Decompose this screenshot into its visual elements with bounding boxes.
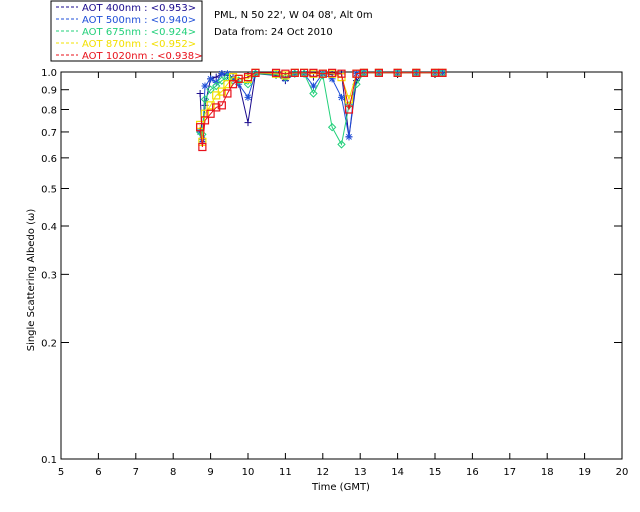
data-point [201,82,209,90]
data-point [207,75,215,83]
x-tick-label: 20 [616,467,629,478]
x-tick-label: 7 [133,467,139,478]
x-tick-label: 19 [578,467,591,478]
x-tick-label: 5 [58,467,64,478]
x-tick-label: 16 [466,467,479,478]
x-tick-label: 6 [95,467,101,478]
x-tick-label: 12 [316,467,329,478]
x-tick-label: 15 [429,467,442,478]
y-tick-label: 0.8 [41,106,57,117]
albedo-chart: AOT 400nm : <0.953>AOT 500nm : <0.940>AO… [0,0,640,512]
y-tick-label: 0.5 [41,184,57,195]
data-point [338,93,345,101]
legend-label: AOT 675nm : <0.924> [82,27,196,38]
x-tick-label: 9 [207,467,213,478]
x-tick-label: 17 [503,467,516,478]
x-tick-label: 14 [391,467,404,478]
data-point [345,133,353,141]
legend-label: AOT 500nm : <0.940> [82,15,196,26]
legend: AOT 400nm : <0.953>AOT 500nm : <0.940>AO… [50,0,203,62]
y-axis-label: Single Scattering Albedo (ω) [26,209,37,352]
title-line-date: Data from: 24 Oct 2010 [214,27,333,38]
y-tick-label: 1.0 [41,68,57,79]
y-tick-label: 0.2 [41,339,57,350]
y-tick-label: 0.1 [41,455,57,466]
y-tick-label: 0.7 [41,128,57,139]
x-axis-label: Time (GMT) [311,482,370,493]
y-tick-label: 0.6 [41,154,57,165]
x-tick-label: 13 [354,467,367,478]
x-tick-label: 11 [279,467,292,478]
legend-label: AOT 1020nm : <0.938> [82,51,202,62]
x-tick-label: 10 [242,467,255,478]
legend-label: AOT 400nm : <0.953> [82,3,196,14]
x-tick-label: 8 [170,467,176,478]
title-line-location: PML, N 50 22', W 04 08', Alt 0m [214,10,373,21]
x-tick-label: 18 [541,467,554,478]
legend-label: AOT 870nm : <0.952> [82,39,196,50]
y-tick-label: 0.9 [41,86,57,97]
y-tick-label: 0.4 [41,222,57,233]
y-tick-label: 0.3 [41,270,57,281]
data-point [244,93,252,101]
